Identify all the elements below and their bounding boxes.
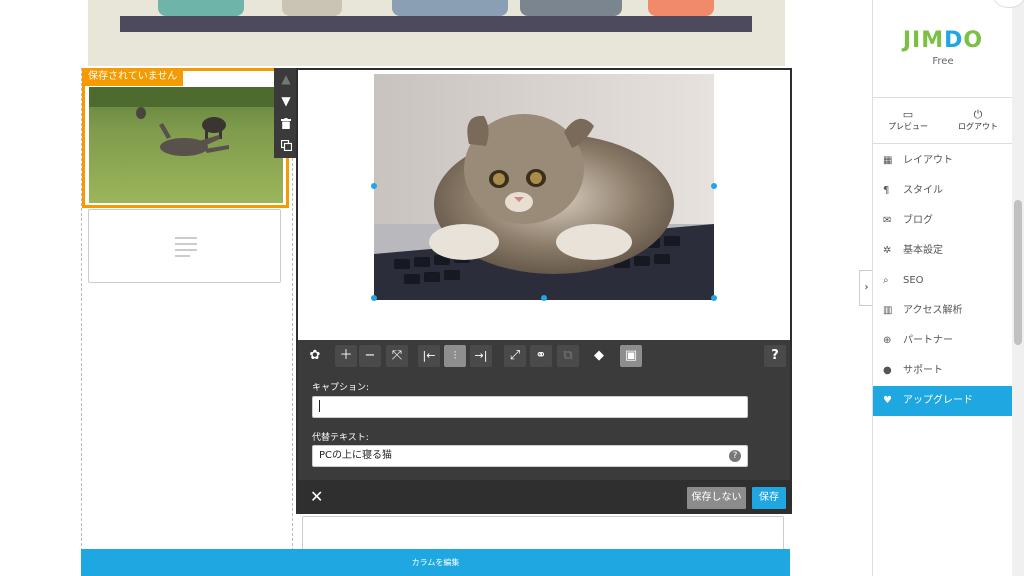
image-editor-panel: ✿ ＋ − ⤧ |← ⫶ →| ⤢ ⚭ ⧉ ◆ ▣ ? キャプション: 代替テキ… (296, 68, 792, 514)
search-icon: ⌕ (883, 275, 889, 286)
sidebar-item-layout[interactable]: ▦ レイアウト (873, 146, 1013, 176)
preview-button[interactable]: ▭ プレビュー (873, 108, 943, 132)
sidebar-item-heart[interactable]: ♥ アップグレード (873, 386, 1013, 416)
shelf (120, 16, 752, 32)
sidebar-item-blog[interactable]: ✉ ブログ (873, 206, 1013, 236)
close-button[interactable]: ✕ (310, 487, 323, 507)
image-area (298, 70, 790, 340)
support-icon: ● (883, 365, 892, 376)
sidebar-item-label: 基本設定 (903, 245, 943, 256)
sidebar-item-support[interactable]: ● サポート (873, 356, 1013, 386)
fit-icon[interactable]: ⤧ (386, 345, 408, 367)
enlarge-icon[interactable]: ⤢ (504, 345, 526, 367)
alt-text-label: 代替テキスト: (312, 433, 369, 443)
sidebar-item-partner[interactable]: ⊕ パートナー (873, 326, 1013, 356)
empty-text-module[interactable] (88, 209, 281, 283)
sidebar-item-settings[interactable]: ✲ 基本設定 (873, 236, 1013, 266)
copy-icon[interactable] (274, 134, 298, 156)
crop-icon: ⧉ (557, 345, 579, 367)
chevron-right-icon[interactable]: › (859, 270, 873, 306)
caption-label: キャプション: (312, 383, 370, 393)
logout-button[interactable]: ⏻ ログアウト (943, 108, 1013, 132)
left-column: 保存されていません (81, 68, 293, 576)
style-icon: ¶ (883, 185, 890, 196)
sidebar-item-search[interactable]: ⌕ SEO (873, 266, 1013, 296)
analytics-icon: ▥ (883, 305, 893, 316)
sidebar-item-label: パートナー (903, 335, 953, 346)
question-icon[interactable]: ? (729, 450, 741, 462)
sidebar-item-label: アクセス解析 (903, 305, 963, 316)
image-toolbar: ✿ ＋ − ⤧ |← ⫶ →| ⤢ ⚭ ⧉ ◆ ▣ ? (298, 342, 790, 372)
resize-handle-bottom-left[interactable] (371, 295, 377, 301)
sidebar-item-style[interactable]: ¶ スタイル (873, 176, 1013, 206)
sidebar-item-label: アップグレード (903, 395, 973, 406)
sidebar-item-label: ブログ (903, 215, 933, 226)
editor-footer: ✕ 保存しない 保存 (298, 480, 790, 514)
caption-input[interactable] (312, 396, 748, 418)
zoom-out-icon[interactable]: − (359, 345, 381, 367)
discard-button[interactable]: 保存しない (687, 487, 746, 509)
power-icon: ⏻ (973, 108, 983, 121)
text-placeholder-icon (175, 237, 197, 261)
donkey-photo (89, 87, 283, 203)
sidebar-item-label: レイアウト (903, 155, 953, 166)
settings-icon: ✲ (883, 245, 892, 256)
heart-icon: ♥ (883, 395, 892, 406)
flickr-icon[interactable]: ✿ (304, 345, 326, 367)
chevron-down-icon[interactable]: ▼ (274, 90, 298, 112)
edit-columns-button[interactable]: カラムを編集 (81, 549, 790, 576)
align-right-icon[interactable]: →| (470, 345, 492, 367)
sidebar-item-analytics[interactable]: ▥ アクセス解析 (873, 296, 1013, 326)
resize-handle-left[interactable] (371, 183, 377, 189)
admin-sidebar: JIMDO Free ▭ プレビュー ⏻ ログアウト ▦ レイアウト ¶ スタイル ✉ ブ… (872, 0, 1013, 576)
scrollbar[interactable] (1012, 0, 1024, 576)
module-controls: ▲ ▼ (274, 68, 298, 158)
logout-label: ログアウト (958, 122, 998, 131)
chevron-up-icon[interactable]: ▲ (274, 68, 298, 90)
tag-icon[interactable]: ◆ (588, 345, 610, 367)
plan-label: Free (932, 56, 954, 67)
sidebar-item-label: サポート (903, 365, 943, 376)
trash-icon[interactable] (274, 112, 298, 134)
caption-toggle-icon[interactable]: ▣ (620, 345, 642, 367)
preview-label: プレビュー (888, 122, 928, 131)
scrollbar-thumb[interactable] (1014, 200, 1022, 345)
alt-text-value: PCの上に寝る猫 (319, 450, 393, 461)
resize-handle-bottom-right[interactable] (711, 295, 717, 301)
sidebar-item-label: SEO (903, 275, 924, 286)
donkey-image-module[interactable]: 保存されていません (82, 68, 289, 208)
align-center-icon[interactable]: ⫶ (444, 345, 466, 367)
sidebar-item-label: スタイル (903, 185, 943, 196)
unsaved-badge: 保存されていません (82, 68, 184, 86)
link-icon[interactable]: ⚭ (530, 345, 552, 367)
cat-photo[interactable] (374, 74, 714, 300)
resize-handle-right[interactable] (711, 183, 717, 189)
save-button[interactable]: 保存 (752, 487, 786, 509)
sidebar-top-actions: ▭ プレビュー ⏻ ログアウト (873, 97, 1013, 144)
partner-icon: ⊕ (883, 335, 892, 346)
alt-text-input[interactable]: PCの上に寝る猫 ? (312, 445, 748, 467)
page: 保存されていません ▲ ▼ ✿ ＋ − ⤧ |← ⫶ →| ⤢ ⚭ ⧉ ◆ ▣ … (0, 0, 1024, 576)
resize-handle-bottom[interactable] (541, 295, 547, 301)
text-cursor (319, 400, 320, 412)
blog-icon: ✉ (883, 215, 892, 226)
zoom-in-icon[interactable]: ＋ (335, 345, 357, 367)
header-illustration (88, 0, 785, 66)
jimdo-logo: JIMDO (902, 28, 984, 53)
align-left-icon[interactable]: |← (418, 345, 440, 367)
help-icon[interactable]: ? (764, 345, 786, 367)
layout-icon: ▦ (883, 155, 893, 166)
monitor-icon: ▭ (902, 108, 914, 121)
